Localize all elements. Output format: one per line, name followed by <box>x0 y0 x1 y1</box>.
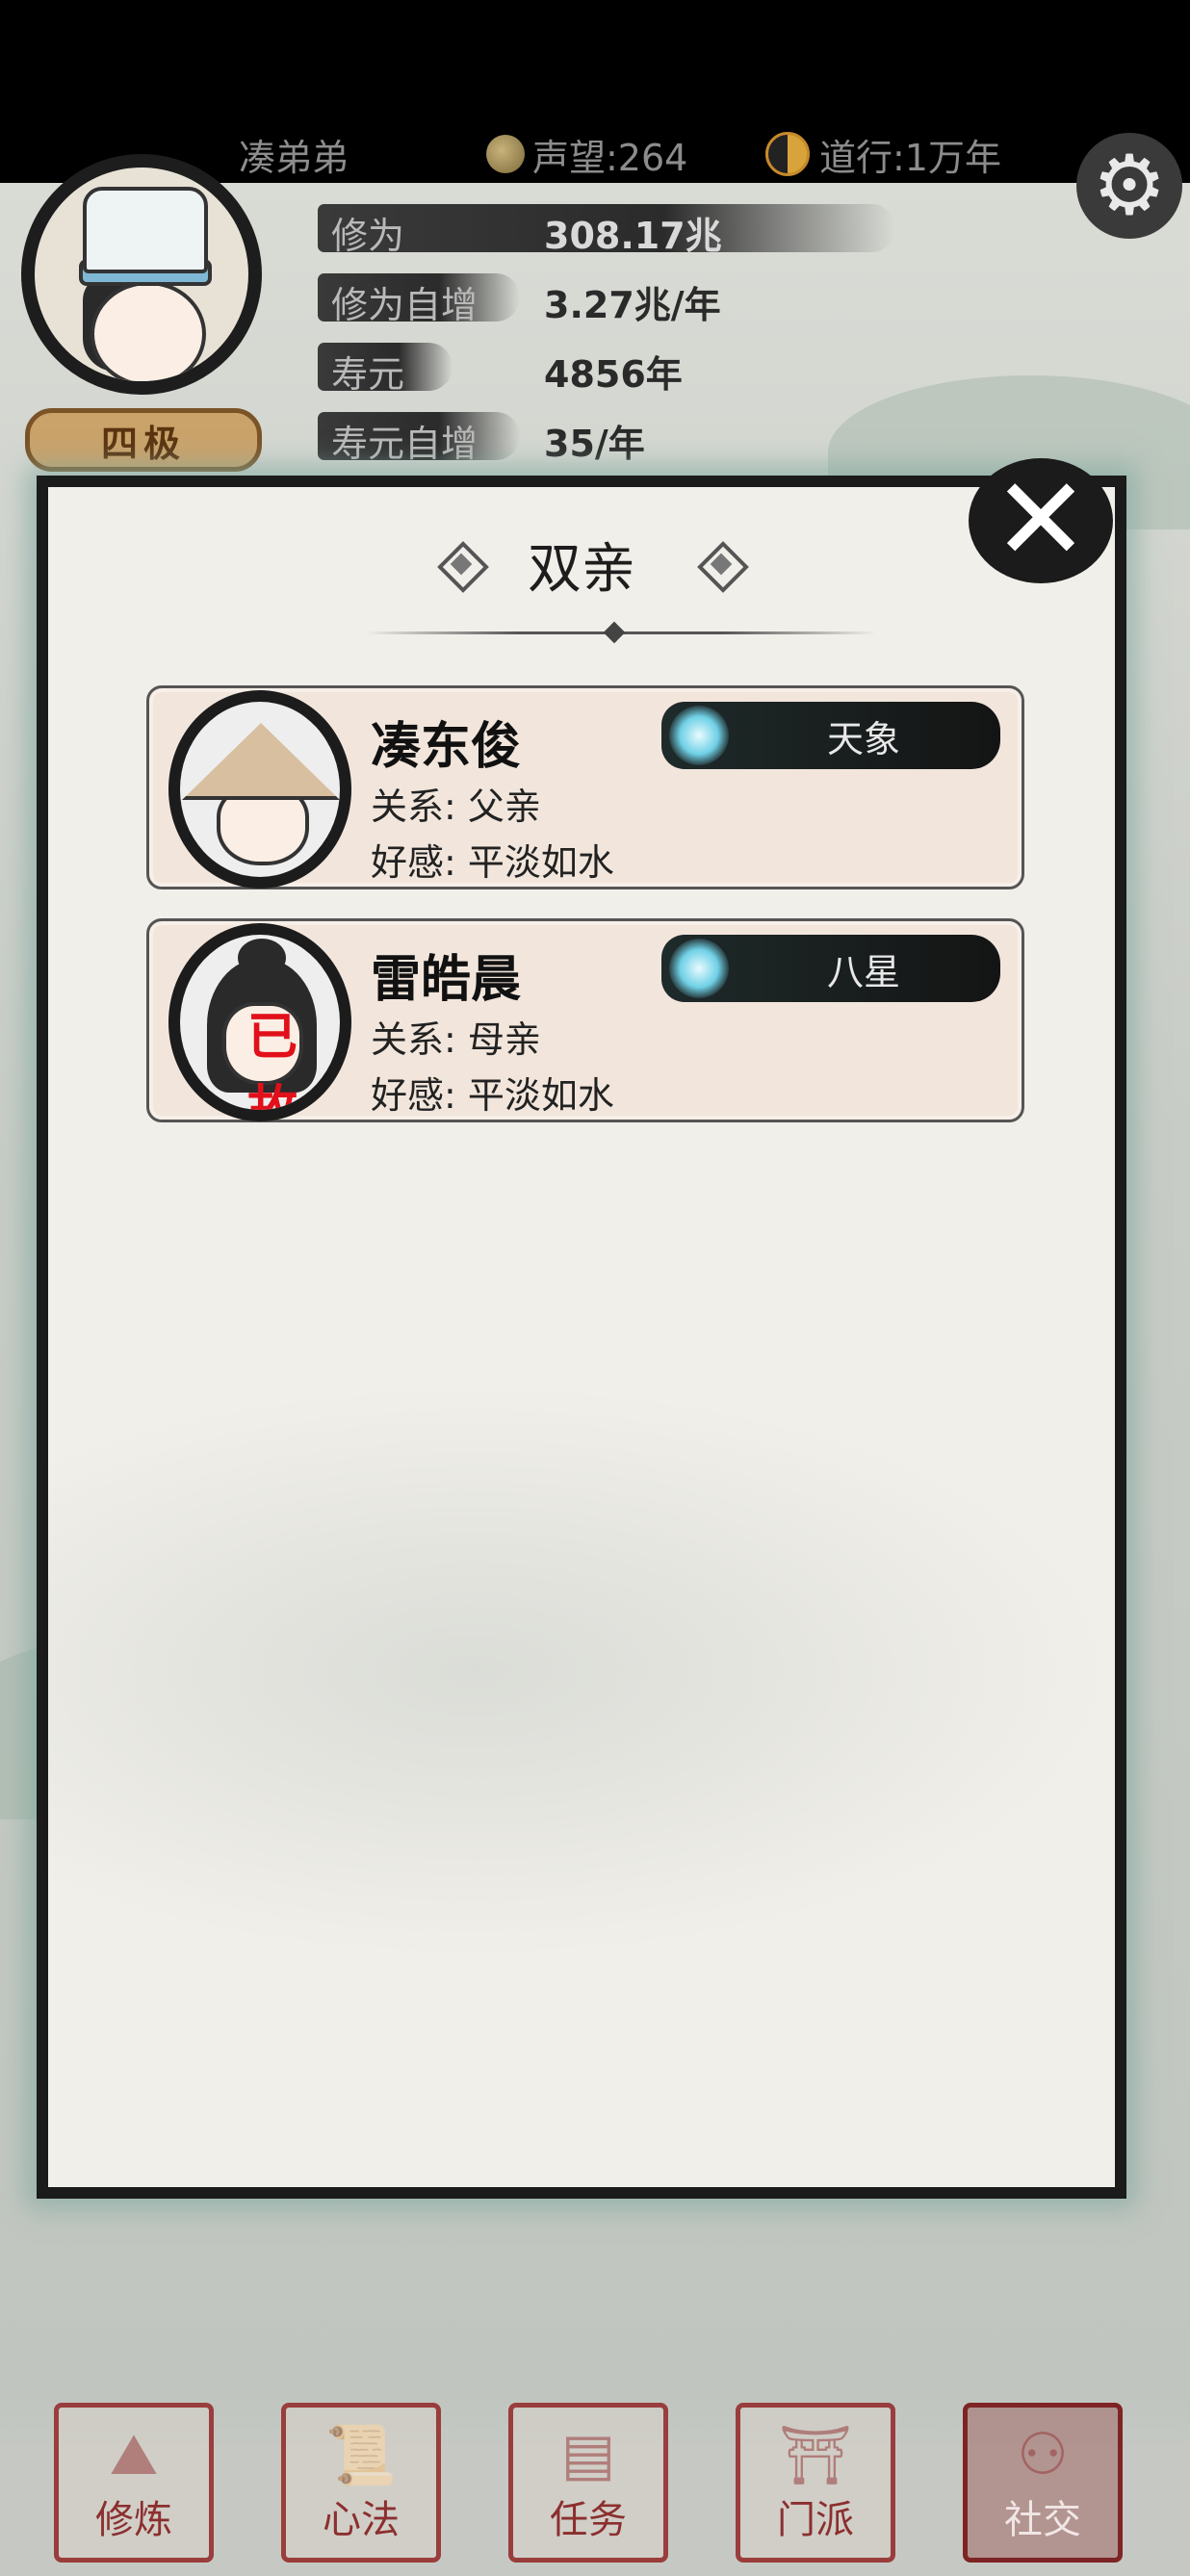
settings-gear-icon[interactable]: ⚙ <box>1076 133 1182 239</box>
nav-label: 修炼 <box>95 2498 172 2542</box>
member-portrait: 已故 <box>168 923 351 1121</box>
family-member-card[interactable]: 凑东俊 天象 关系: 父亲 好感: 平淡如水 <box>146 685 1024 889</box>
meditation-icon <box>669 706 729 765</box>
nav-label: 社交 <box>1004 2498 1081 2542</box>
stat-lifespan: 寿元 4856年 <box>318 339 895 396</box>
people-icon: ⚇ <box>1017 2421 1069 2488</box>
stat-cultivation: 修为 308.17兆 <box>318 200 895 257</box>
stat-label: 修为自增 <box>331 284 479 326</box>
realm-badge: 天象 <box>661 702 1000 769</box>
stat-cultivation-growth: 修为自增 3.27兆/年 <box>318 270 895 326</box>
nav-label: 任务 <box>550 2498 627 2542</box>
member-favor: 好感: 平淡如水 <box>371 1074 614 1117</box>
stat-label: 寿元 <box>331 353 405 396</box>
avatar-hat <box>83 187 208 273</box>
nav-label: 门派 <box>777 2498 854 2542</box>
stat-label: 修为 <box>331 215 405 257</box>
nav-social-button[interactable]: ⚇ 社交 <box>963 2403 1123 2563</box>
sect-gate-icon: ⛩ <box>778 2422 853 2489</box>
avatar-face <box>91 281 206 381</box>
scroll-icon: 📜 <box>324 2422 398 2489</box>
player-avatar[interactable] <box>21 154 262 395</box>
fame-text: 声望:264 <box>532 136 688 179</box>
member-portrait <box>168 690 351 889</box>
member-relation: 关系: 母亲 <box>371 1018 541 1061</box>
realm-text: 天象 <box>826 718 900 760</box>
member-favor: 好感: 平淡如水 <box>371 841 614 884</box>
dao-text: 道行:1万年 <box>819 136 1001 179</box>
portrait-hair-bun <box>238 939 286 977</box>
realm-text: 八星 <box>826 951 900 993</box>
stat-value: 4856年 <box>544 353 683 396</box>
realm-badge: 八星 <box>661 935 1000 1002</box>
member-name: 雷皓晨 <box>371 950 522 1009</box>
family-member-card[interactable]: 已故 雷皓晨 八星 关系: 母亲 好感: 平淡如水 <box>146 918 1024 1122</box>
divider-diamond-icon <box>603 621 626 644</box>
mountain-icon: ⛰ <box>109 2421 159 2488</box>
title-ornament-right-icon <box>693 543 761 585</box>
dialog-title: 双亲 <box>528 538 635 601</box>
mist-decoration <box>48 1382 1115 1960</box>
stat-value: 308.17兆 <box>544 215 722 257</box>
stat-value: 3.27兆/年 <box>544 284 721 326</box>
player-name: 凑弟弟 <box>239 136 349 179</box>
nav-label: 心法 <box>323 2498 400 2542</box>
meditation-icon <box>669 939 729 998</box>
close-icon[interactable]: ✕ <box>969 458 1113 583</box>
coin-icon <box>486 135 525 173</box>
yin-yang-icon <box>765 132 810 176</box>
task-scroll-icon: ▤ <box>560 2421 616 2488</box>
dao-display: 道行:1万年 <box>765 125 1001 183</box>
stat-value: 35/年 <box>544 423 645 465</box>
nav-sect-button[interactable]: ⛩ 门派 <box>736 2403 895 2563</box>
deceased-label: 已故 <box>247 1008 298 1121</box>
stat-lifespan-growth: 寿元自增 35/年 <box>318 408 895 465</box>
rank-badge: 四极 <box>25 408 262 472</box>
member-name: 凑东俊 <box>371 717 522 776</box>
member-relation: 关系: 父亲 <box>371 786 541 828</box>
straw-hat-icon <box>182 723 340 800</box>
nav-task-button[interactable]: ▤ 任务 <box>508 2403 668 2563</box>
nav-technique-button[interactable]: 📜 心法 <box>281 2403 441 2563</box>
nav-cultivate-button[interactable]: ⛰ 修炼 <box>54 2403 214 2563</box>
stat-label: 寿元自增 <box>331 423 479 465</box>
fame-display: 声望:264 <box>486 125 687 183</box>
